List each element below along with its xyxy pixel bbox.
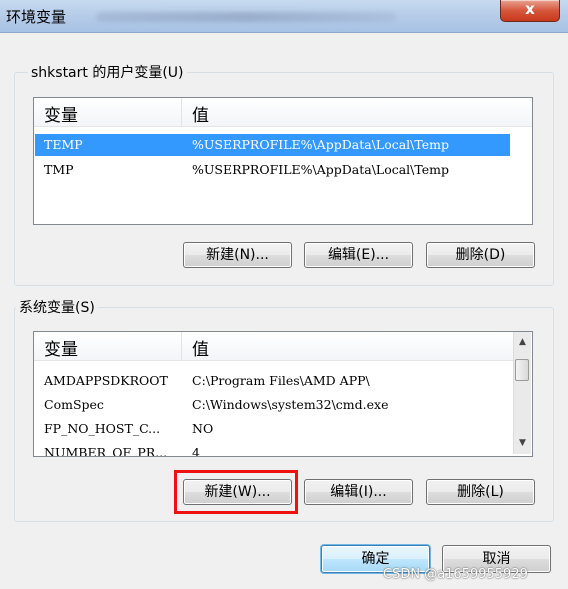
- list-item[interactable]: FP_NO_HOST_C... NO: [35, 418, 510, 440]
- variable-name: FP_NO_HOST_C...: [44, 421, 161, 436]
- scrollbar-thumb[interactable]: [515, 359, 529, 381]
- window-title: 环境变量: [6, 8, 67, 26]
- scroll-up-arrow-icon[interactable]: ▲: [514, 334, 531, 351]
- system-variables-label: 系统变量(S): [16, 297, 98, 317]
- variable-value: %USERPROFILE%\AppData\Local\Temp: [192, 162, 450, 177]
- column-header-value[interactable]: 值: [192, 101, 209, 126]
- column-divider[interactable]: [181, 98, 182, 126]
- list-item[interactable]: TMP %USERPROFILE%\AppData\Local\Temp: [35, 159, 510, 181]
- system-edit-button[interactable]: 编辑(I)...: [304, 479, 413, 505]
- list-item[interactable]: AMDAPPSDKROOT C:\Program Files\AMD APP\: [35, 370, 510, 392]
- scroll-down-arrow-icon[interactable]: ▼: [514, 435, 531, 452]
- system-new-button[interactable]: 新建(W)...: [183, 479, 292, 505]
- variable-value: NO: [192, 421, 214, 436]
- user-variables-list[interactable]: 变量 值 TEMP %USERPROFILE%\AppData\Local\Te…: [33, 97, 533, 225]
- column-header-variable[interactable]: 变量: [44, 101, 78, 126]
- variable-value: C:\Windows\system32\cmd.exe: [192, 397, 389, 412]
- system-delete-button[interactable]: 删除(L): [426, 479, 535, 505]
- variable-name: AMDAPPSDKROOT: [44, 373, 168, 388]
- variable-name: TEMP: [44, 137, 83, 152]
- vertical-scrollbar[interactable]: ▲ ▼: [513, 332, 531, 454]
- variable-value: C:\Program Files\AMD APP\: [192, 373, 370, 388]
- list-item[interactable]: NUMBER_OF_PR... 4: [35, 442, 510, 457]
- column-header-variable[interactable]: 变量: [44, 335, 78, 360]
- variable-name: TMP: [44, 162, 74, 177]
- column-header-value[interactable]: 值: [192, 335, 209, 360]
- variable-value: %USERPROFILE%\AppData\Local\Temp: [192, 137, 450, 152]
- list-header: 变量 值: [34, 98, 532, 127]
- user-delete-button[interactable]: 删除(D): [426, 242, 535, 268]
- list-header: 变量 值: [34, 332, 513, 361]
- list-item[interactable]: ComSpec C:\Windows\system32\cmd.exe: [35, 394, 510, 416]
- close-button[interactable]: x: [500, 0, 560, 22]
- user-edit-button[interactable]: 编辑(E)...: [304, 242, 413, 268]
- list-item[interactable]: TEMP %USERPROFILE%\AppData\Local\Temp: [35, 134, 510, 156]
- user-new-button[interactable]: 新建(N)...: [183, 242, 292, 268]
- user-variables-label: shkstart 的用户变量(U): [28, 62, 187, 82]
- variable-name: ComSpec: [44, 397, 104, 412]
- watermark: CSDN @a1659955929: [383, 567, 528, 582]
- column-divider[interactable]: [181, 332, 182, 360]
- variable-name: NUMBER_OF_PR...: [44, 445, 168, 457]
- system-variables-list[interactable]: 变量 值 AMDAPPSDKROOT C:\Program Files\AMD …: [33, 331, 533, 457]
- blurred-title-area: [96, 12, 396, 22]
- title-bar: 环境变量 x: [0, 0, 568, 33]
- variable-value: 4: [192, 445, 200, 457]
